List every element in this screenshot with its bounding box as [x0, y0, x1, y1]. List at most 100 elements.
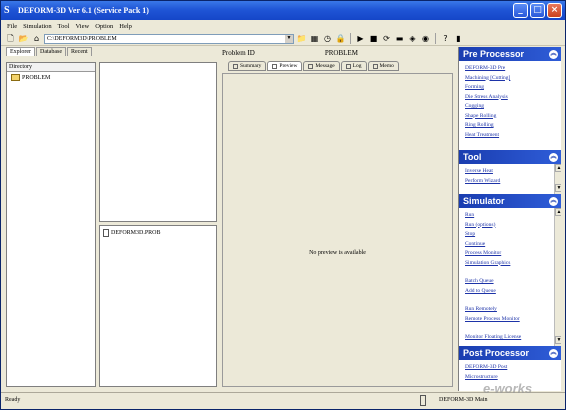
browse-folder-icon[interactable]: 📁 — [296, 33, 307, 44]
lock-icon[interactable]: 🔒 — [335, 33, 346, 44]
link-deform3d-pre[interactable]: DEFORM-3D Pre — [465, 64, 556, 74]
link-continue[interactable]: Continue — [465, 240, 556, 250]
menu-view[interactable]: View — [75, 23, 89, 30]
collapse-icon[interactable]: ︽ — [549, 49, 558, 59]
tab-message[interactable]: Message — [303, 61, 340, 71]
monitor-icon[interactable]: ▬ — [394, 33, 405, 44]
menu-option[interactable]: Option — [95, 23, 113, 30]
maximize-button[interactable]: □ — [530, 3, 545, 18]
path-value: C:\DEFORM3D\PROBLEM — [47, 35, 117, 42]
tool-header[interactable]: Tool ︽ — [459, 150, 561, 164]
home-icon[interactable]: ⌂ — [31, 33, 42, 44]
menu-simulation[interactable]: Simulation — [23, 23, 52, 30]
scroll-down-icon[interactable]: ▼ — [555, 184, 561, 192]
section-title: Post Processor — [463, 348, 530, 358]
tab-summary[interactable]: Summary — [228, 61, 267, 71]
close-button[interactable]: × — [547, 3, 562, 18]
chevron-down-icon[interactable]: ▼ — [285, 34, 293, 43]
pre-processor-section: Pre Processor ︽ DEFORM-3D Pre Machining [… — [459, 47, 561, 150]
grid-icon[interactable]: ▦ — [309, 33, 320, 44]
book-icon[interactable]: ▮ — [453, 33, 464, 44]
continue-icon[interactable]: ⟳ — [381, 33, 392, 44]
directory-header: Directory — [7, 63, 95, 72]
tab-preview[interactable]: Preview — [267, 61, 303, 71]
explorer-pane: Explorer Database Recent Directory PROBL… — [6, 47, 217, 387]
link-run-options[interactable]: Run (options) — [465, 221, 556, 231]
link-run-remotely[interactable]: Run Remotely — [465, 305, 556, 315]
problem-id-label: Problem ID — [222, 48, 255, 57]
section-title: Simulator — [463, 196, 505, 206]
tab-database[interactable]: Database — [36, 47, 66, 56]
link-inverse-heat[interactable]: Inverse Heat — [465, 167, 556, 177]
menu-file[interactable]: File — [7, 23, 17, 30]
section-title: Pre Processor — [463, 49, 525, 59]
link-heat-treatment[interactable]: Heat Treatment — [465, 131, 556, 141]
clock-icon[interactable]: ◷ — [322, 33, 333, 44]
link-monitor-floating-license[interactable]: Monitor Floating License — [465, 333, 556, 343]
link-forming[interactable]: Forming — [465, 83, 556, 93]
collapse-icon[interactable]: ︽ — [549, 152, 558, 162]
toolbar-separator — [435, 33, 436, 44]
open-folder-icon[interactable]: 📂 — [18, 33, 29, 44]
scroll-down-icon[interactable]: ▼ — [555, 336, 561, 344]
tab-label: Log — [352, 63, 362, 69]
link-cogging[interactable]: Cogging — [465, 102, 556, 112]
link-deform3d-post[interactable]: DEFORM-3D Post — [465, 363, 556, 373]
simulator-section: Simulator ︽ Run Run (options) Stop Contin… — [459, 194, 561, 346]
menu-help[interactable]: Help — [119, 23, 132, 30]
simulator-scrollbar[interactable]: ▲ ▼ — [554, 208, 561, 346]
link-die-stress[interactable]: Die Stress Analysis — [465, 93, 556, 103]
link-add-to-queue[interactable]: Add to Queue — [465, 287, 556, 297]
link-machining[interactable]: Machining [Cutting] — [465, 74, 556, 84]
folder-icon — [11, 74, 20, 81]
status-indicator — [420, 395, 426, 406]
window-title: DEFORM-3D Ver 6.1 (Service Pack 1) — [18, 6, 149, 15]
memo-icon — [372, 63, 378, 69]
link-run[interactable]: Run — [465, 211, 556, 221]
collapse-icon[interactable]: ︽ — [549, 196, 558, 206]
help-icon[interactable]: ? — [440, 33, 451, 44]
tab-log[interactable]: Log — [340, 61, 367, 71]
path-combobox[interactable]: C:\DEFORM3D\PROBLEM ▼ — [44, 33, 294, 44]
scroll-up-icon[interactable]: ▲ — [555, 164, 561, 172]
watermark-logo: e-works — [483, 381, 533, 396]
link-stop[interactable]: Stop — [465, 230, 556, 240]
link-remote-process-monitor[interactable]: Remote Process Monitor — [465, 315, 556, 325]
graphics-icon[interactable]: ◈ — [407, 33, 418, 44]
file-item[interactable]: DEFORM3D.PROB — [103, 229, 213, 237]
simulator-header[interactable]: Simulator ︽ — [459, 194, 561, 208]
file-item-label: DEFORM3D.PROB — [111, 230, 161, 236]
link-ring-rolling[interactable]: Ring Rolling — [465, 121, 556, 131]
summary-icon — [233, 63, 238, 69]
link-batch-queue[interactable]: Batch Queue — [465, 277, 556, 287]
collapse-icon[interactable]: ︽ — [549, 348, 558, 358]
tab-label: Memo — [379, 63, 394, 69]
file-list: DEFORM3D.PROB — [99, 225, 217, 387]
tool-scrollbar[interactable]: ▲ ▼ — [554, 164, 561, 194]
link-simulation-graphics[interactable]: Simulation Graphics — [465, 259, 556, 269]
pre-processor-header[interactable]: Pre Processor ︽ — [459, 47, 561, 61]
preview-area: No preview is available — [222, 73, 453, 387]
status-module: DEFORM-3D Main — [439, 397, 488, 403]
new-file-icon[interactable]: 🗋 — [5, 33, 16, 44]
folder-list — [99, 62, 217, 222]
tree-item-problem[interactable]: PROBLEM — [7, 72, 95, 83]
globe-icon[interactable]: ◉ — [420, 33, 431, 44]
link-process-monitor[interactable]: Process Monitor — [465, 249, 556, 259]
stop-icon[interactable]: ■ — [368, 33, 379, 44]
menu-tool[interactable]: Tool — [58, 23, 70, 30]
app-window: S DEFORM-3D Ver 6.1 (Service Pack 1) _ □… — [0, 0, 566, 410]
minimize-button[interactable]: _ — [513, 3, 528, 18]
post-processor-header[interactable]: Post Processor ︽ — [459, 346, 561, 360]
tool-section: Tool ︽ Inverse Heat Perform Wizard ▲ ▼ — [459, 150, 561, 194]
tab-explorer[interactable]: Explorer — [6, 47, 35, 56]
link-perform-wizard[interactable]: Perform Wizard — [465, 177, 556, 187]
problem-panel: Problem ID PROBLEM Summary Preview Messa… — [220, 47, 455, 387]
link-shape-rolling[interactable]: Shape Rolling — [465, 112, 556, 122]
tab-recent[interactable]: Recent — [67, 47, 92, 56]
tab-memo[interactable]: Memo — [367, 61, 399, 71]
play-icon[interactable]: ▶ — [355, 33, 366, 44]
scroll-up-icon[interactable]: ▲ — [555, 208, 561, 216]
directory-tree: Directory PROBLEM — [6, 62, 96, 387]
tree-item-label: PROBLEM — [22, 74, 51, 81]
